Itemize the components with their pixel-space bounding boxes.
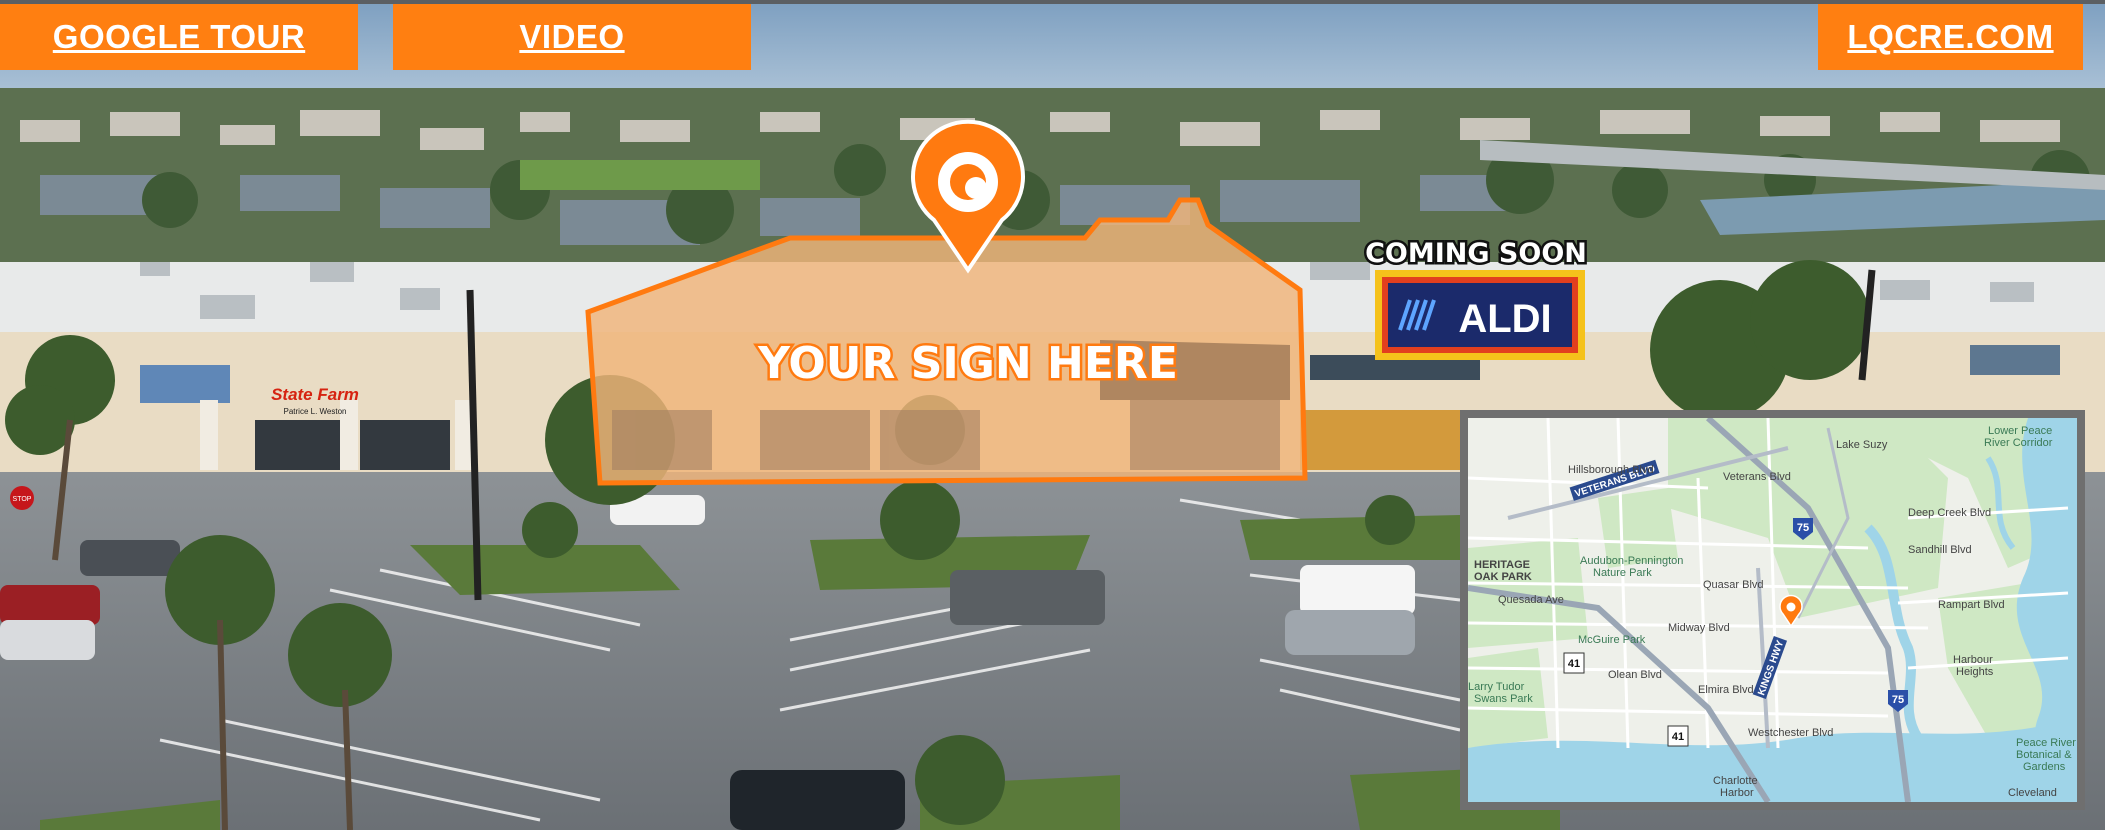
map-label-harbour: Harbour [1953, 654, 1993, 666]
us41-shield-label-a: 41 [1568, 658, 1580, 670]
map-label-rampart: Rampart Blvd [1938, 599, 2005, 611]
location-map-inset[interactable]: 75 75 41 41 VETERANS BLVD KINGS HWY Lake… [1460, 410, 2085, 810]
map-label-nature-park: Nature Park [1593, 567, 1652, 579]
video-button[interactable]: VIDEO [393, 4, 751, 70]
statefarm-sign: State Farm Patrice L. Weston [271, 385, 359, 416]
google-tour-button[interactable]: GOOGLE TOUR [0, 4, 358, 70]
map-label-botanical: Botanical & [2016, 749, 2072, 761]
map-label-oak-park: OAK PARK [1474, 571, 1532, 583]
map-label-cleveland: Cleveland [2008, 787, 2057, 799]
map-label-westchester: Westchester Blvd [1748, 727, 1833, 739]
us-route-shield-icon: 41 [1667, 725, 1689, 747]
location-map: 75 75 41 41 VETERANS BLVD KINGS HWY Lake… [1468, 418, 2077, 802]
map-label-lower-peace: Lower Peace [1988, 425, 2052, 437]
map-label-quasar: Quasar Blvd [1703, 579, 1764, 591]
statefarm-logo-text: State Farm [271, 385, 359, 404]
map-label-lake-suzy: Lake Suzy [1836, 439, 1888, 451]
statefarm-agent-text: Patrice L. Weston [284, 407, 347, 416]
map-label-heights: Heights [1956, 666, 1994, 678]
map-label-heritage: HERITAGE [1474, 559, 1530, 571]
map-label-mcguire: McGuire Park [1578, 634, 1646, 646]
stop-sign: STOP [10, 486, 34, 510]
map-label-peace-river: Peace River [2016, 737, 2076, 749]
map-label-elmira: Elmira Blvd [1698, 684, 1754, 696]
i75-shield-label-b: 75 [1892, 694, 1904, 706]
us-route-shield-icon: 41 [1563, 652, 1585, 674]
map-label-swans-park: Swans Park [1474, 693, 1533, 705]
map-label-charlotte: Charlotte [1713, 775, 1758, 787]
map-label-gardens: Gardens [2023, 761, 2066, 773]
stop-sign-text: STOP [13, 496, 32, 503]
map-label-olean: Olean Blvd [1608, 669, 1662, 681]
map-label-deep-creek: Deep Creek Blvd [1908, 507, 1991, 519]
map-label-quesada: Quesada Ave [1498, 594, 1564, 606]
aerial-photo-scene: YOUR SIGN HERE COMING SOON ALDI State Fa… [0, 0, 2105, 830]
us41-shield-label-b: 41 [1672, 731, 1684, 743]
i75-shield-label-a: 75 [1797, 522, 1809, 534]
map-label-river-corridor: River Corridor [1984, 437, 2053, 449]
map-label-hillsborough: Hillsborough Blvd [1568, 464, 1654, 476]
map-label-larry-tudor: Larry Tudor [1468, 681, 1525, 693]
map-label-veterans2: Veterans Blvd [1723, 471, 1791, 483]
website-link-button[interactable]: LQCRE.COM [1818, 4, 2083, 70]
map-label-audubon: Audubon-Pennington [1580, 555, 1683, 567]
map-label-sandhill: Sandhill Blvd [1908, 544, 1972, 556]
map-label-harbor: Harbor [1720, 787, 1754, 799]
map-label-midway: Midway Blvd [1668, 622, 1730, 634]
